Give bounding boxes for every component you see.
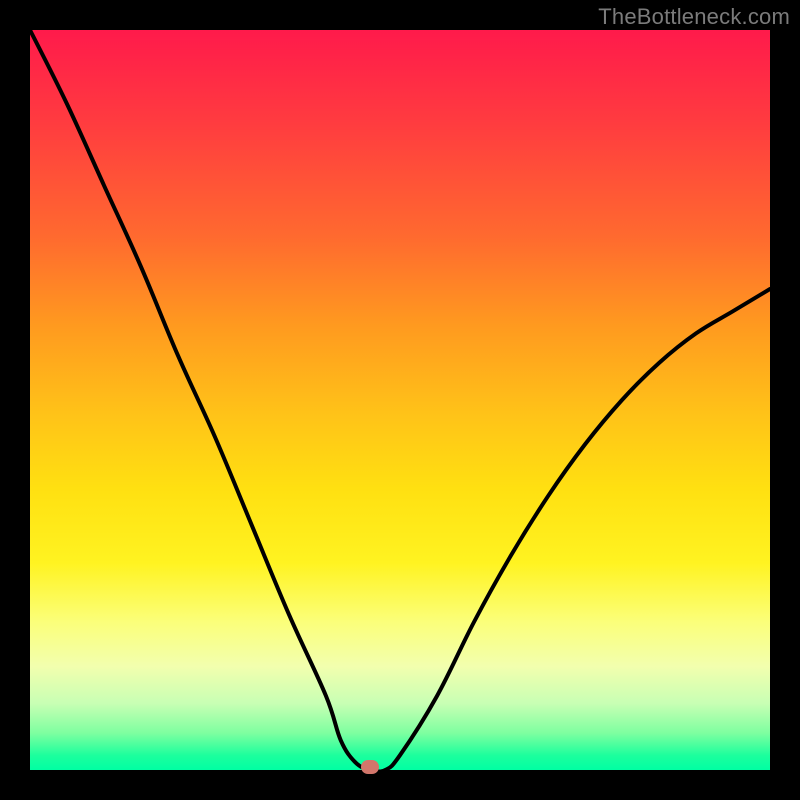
chart-frame: TheBottleneck.com bbox=[0, 0, 800, 800]
bottleneck-curve bbox=[30, 30, 770, 770]
minimum-marker bbox=[361, 760, 379, 774]
plot-area bbox=[30, 30, 770, 770]
curve-path bbox=[30, 30, 770, 772]
watermark-text: TheBottleneck.com bbox=[598, 4, 790, 30]
